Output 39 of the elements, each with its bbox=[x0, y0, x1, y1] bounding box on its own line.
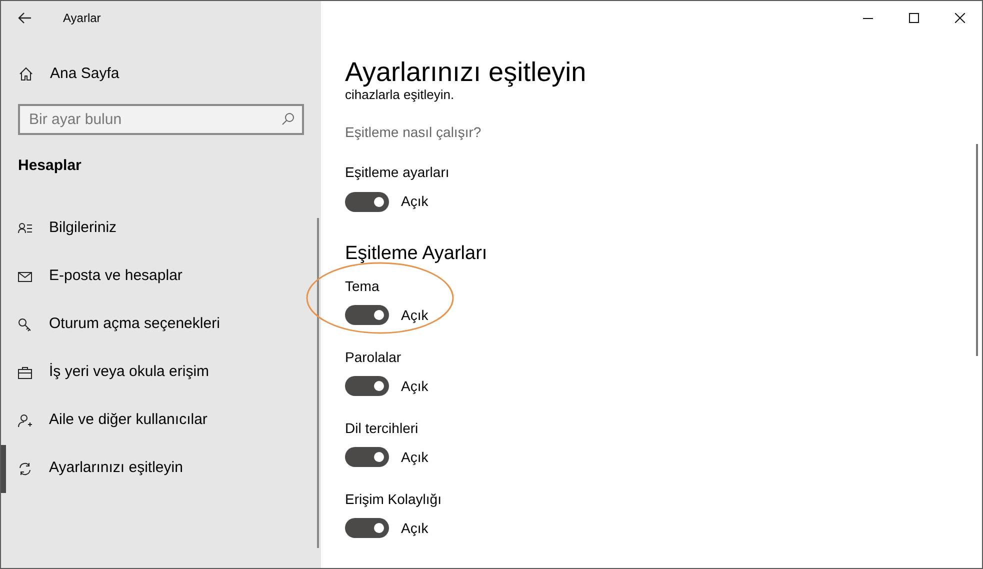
toggle-switch[interactable] bbox=[345, 376, 389, 396]
home-link[interactable]: Ana Sayfa bbox=[19, 57, 321, 91]
setting-label: Dil tercihleri bbox=[345, 418, 418, 436]
mail-icon bbox=[18, 270, 32, 284]
section-heading: Eşitleme Ayarları bbox=[345, 242, 488, 266]
setting-label: Eşitleme ayarları bbox=[345, 163, 450, 181]
nav-item[interactable]: Bilgileriniz bbox=[1, 204, 321, 252]
maximize-icon bbox=[909, 13, 919, 23]
search-field[interactable]: Bir ayar bulun bbox=[18, 104, 304, 135]
toggle-switch[interactable] bbox=[345, 447, 389, 467]
nav-item[interactable]: İş yeri veya okula erişim bbox=[1, 348, 321, 396]
setting-label: Parolalar bbox=[345, 348, 402, 366]
search-icon bbox=[281, 112, 295, 126]
home-icon bbox=[19, 67, 33, 81]
toggle-state-text: Açık bbox=[401, 376, 428, 396]
page-title: Ayarlarınızı eşitleyin bbox=[345, 56, 588, 89]
nav-item[interactable]: E-posta ve hesaplar bbox=[1, 252, 321, 300]
toggle-switch[interactable] bbox=[345, 192, 389, 212]
key-icon bbox=[18, 318, 32, 332]
toggle-switch[interactable] bbox=[345, 305, 389, 325]
toggle-state-text: Açık bbox=[401, 192, 428, 211]
sync-icon bbox=[18, 462, 32, 476]
toggle-state-text: Açık bbox=[401, 306, 428, 325]
person-add-icon bbox=[18, 414, 32, 428]
toggle-state-text: Açık bbox=[401, 448, 428, 467]
person-list-icon bbox=[18, 222, 32, 236]
setting-label: Tema bbox=[345, 276, 380, 294]
help-link[interactable]: Eşitleme nasıl çalışır? bbox=[345, 122, 482, 143]
window-title: Ayarlar bbox=[63, 10, 101, 27]
briefcase-icon bbox=[18, 366, 32, 380]
toggle-state-text: Açık bbox=[401, 518, 428, 538]
back-arrow-icon bbox=[18, 12, 32, 24]
description-text: cihazlarla eşitleyin. bbox=[345, 88, 456, 102]
toggle-switch[interactable] bbox=[345, 518, 389, 538]
setting-label: Erişim Kolaylığı bbox=[345, 490, 442, 508]
close-icon bbox=[955, 13, 965, 23]
section-heading: Hesaplar bbox=[18, 156, 82, 176]
nav-item[interactable]: Aile ve diğer kullanıcılar bbox=[1, 396, 321, 444]
nav-item[interactable]: Oturum açma seçenekleri bbox=[1, 300, 321, 348]
